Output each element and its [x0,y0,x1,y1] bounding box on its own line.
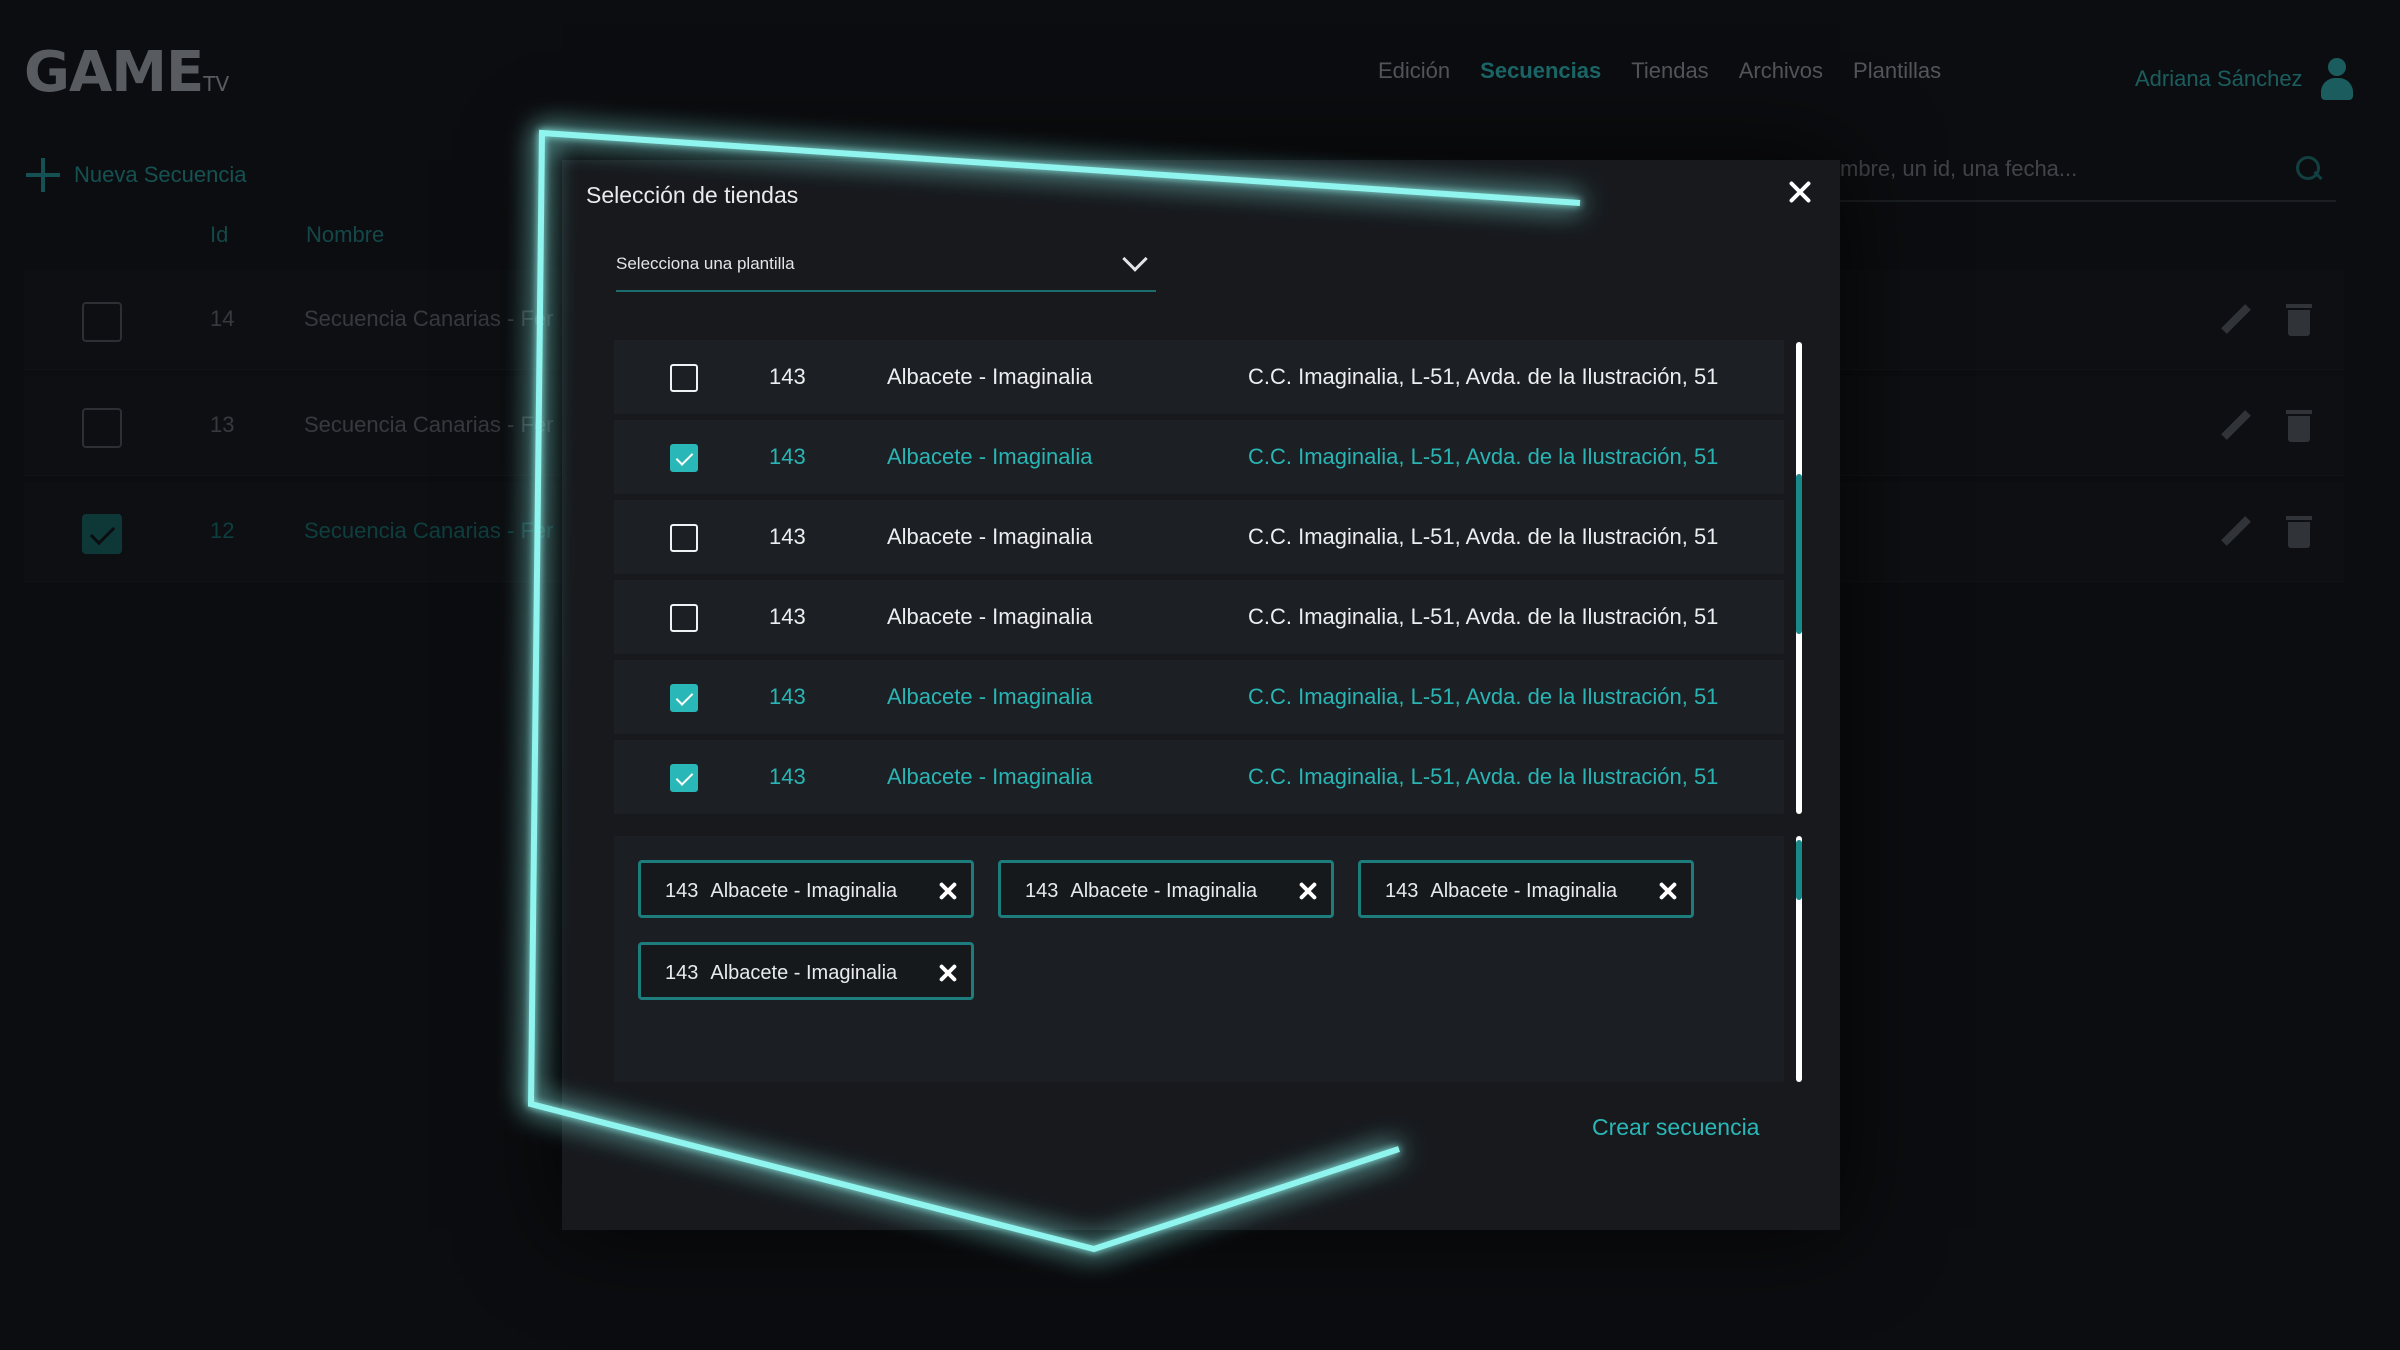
selected-stores-scrollbar[interactable] [1796,836,1802,1082]
store-checkbox[interactable] [670,524,698,552]
modal-title: Selección de tiendas [586,182,799,208]
selected-store-chip: 143 Albacete - Imaginalia [638,942,974,1000]
selected-store-chip: 143 Albacete - Imaginalia [638,860,974,918]
template-select[interactable]: Selecciona una plantilla [616,236,1156,292]
remove-chip-icon[interactable] [1657,880,1679,902]
chip-id: 143 [665,880,699,902]
store-row[interactable]: 143 Albacete - Imaginalia C.C. Imaginali… [614,500,1784,574]
store-address: C.C. Imaginalia, L-51, Avda. de la Ilust… [1248,764,1719,789]
store-id: 143 [769,444,806,469]
chip-name: Albacete - Imaginalia [710,962,898,984]
store-name: Albacete - Imaginalia [887,444,1093,469]
create-sequence-button[interactable]: Crear secuencia [1592,1114,1759,1141]
store-name: Albacete - Imaginalia [887,524,1093,549]
store-address: C.C. Imaginalia, L-51, Avda. de la Ilust… [1248,604,1719,629]
template-select-value: Selecciona una plantilla [616,254,795,273]
store-checkbox[interactable] [670,364,698,392]
chip-id: 143 [1385,880,1419,902]
store-id: 143 [769,604,806,629]
store-id: 143 [769,364,806,389]
store-list-scroll-thumb[interactable] [1796,474,1802,634]
store-checkbox[interactable] [670,444,698,472]
selected-store-chip: 143 Albacete - Imaginalia [998,860,1334,918]
store-name: Albacete - Imaginalia [887,684,1093,709]
chip-id: 143 [665,962,699,984]
store-address: C.C. Imaginalia, L-51, Avda. de la Ilust… [1248,444,1719,469]
store-name: Albacete - Imaginalia [887,364,1093,389]
store-id: 143 [769,524,806,549]
selected-store-chip: 143 Albacete - Imaginalia [1358,860,1694,918]
store-row[interactable]: 143 Albacete - Imaginalia C.C. Imaginali… [614,420,1784,494]
chip-id: 143 [1025,880,1059,902]
chip-name: Albacete - Imaginalia [1070,880,1258,902]
chevron-down-icon [1122,246,1148,272]
store-checkbox[interactable] [670,604,698,632]
chip-name: Albacete - Imaginalia [1430,880,1618,902]
store-checkbox[interactable] [670,684,698,712]
store-list-scrollbar[interactable] [1796,342,1802,814]
store-row[interactable]: 143 Albacete - Imaginalia C.C. Imaginali… [614,580,1784,654]
close-icon[interactable] [1786,178,1814,206]
remove-chip-icon[interactable] [937,880,959,902]
remove-chip-icon[interactable] [1297,880,1319,902]
store-checkbox[interactable] [670,764,698,792]
store-row[interactable]: 143 Albacete - Imaginalia C.C. Imaginali… [614,740,1784,814]
chip-name: Albacete - Imaginalia [710,880,898,902]
store-row[interactable]: 143 Albacete - Imaginalia C.C. Imaginali… [614,660,1784,734]
selected-stores-panel: 143 Albacete - Imaginalia 143 Albacete - I… [614,836,1784,1082]
store-selection-modal: Selección de tiendas Selecciona una plan… [562,160,1840,1230]
store-address: C.C. Imaginalia, L-51, Avda. de la Ilust… [1248,524,1719,549]
store-address: C.C. Imaginalia, L-51, Avda. de la Ilust… [1248,684,1719,709]
store-row[interactable]: 143 Albacete - Imaginalia C.C. Imaginali… [614,340,1784,414]
store-name: Albacete - Imaginalia [887,764,1093,789]
store-id: 143 [769,764,806,789]
store-name: Albacete - Imaginalia [887,604,1093,629]
selected-stores-scroll-thumb[interactable] [1796,840,1802,900]
store-id: 143 [769,684,806,709]
remove-chip-icon[interactable] [937,962,959,984]
store-address: C.C. Imaginalia, L-51, Avda. de la Ilust… [1248,364,1719,389]
